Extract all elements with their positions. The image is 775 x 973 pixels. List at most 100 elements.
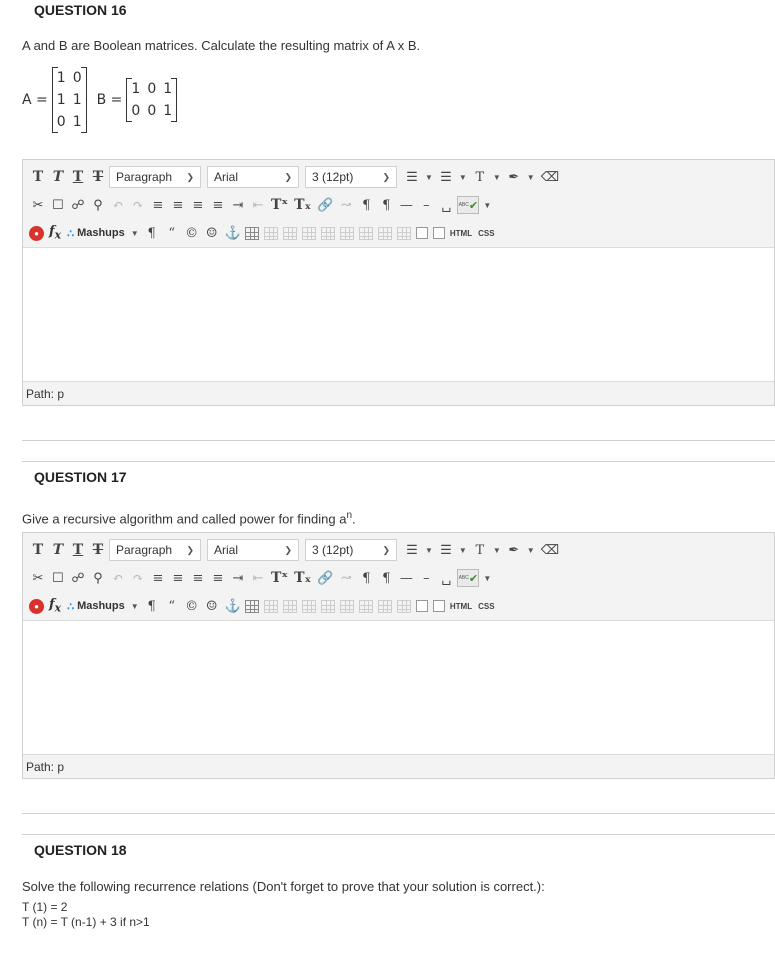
- strikethrough-button[interactable]: T: [89, 167, 107, 187]
- columns-icon[interactable]: [432, 227, 445, 239]
- caret-down-icon[interactable]: ▼: [527, 173, 535, 182]
- align-justify-icon[interactable]: ≡: [209, 195, 227, 215]
- strikethrough-button[interactable]: T: [89, 540, 107, 560]
- table-merge-icon[interactable]: [396, 599, 411, 613]
- nbsp-icon[interactable]: ␣: [437, 195, 455, 215]
- ltr-icon[interactable]: ¶: [357, 195, 375, 215]
- italic-button[interactable]: T: [49, 540, 67, 560]
- undo-icon[interactable]: ↶: [109, 568, 127, 588]
- table-insert-col-icon[interactable]: [339, 226, 354, 240]
- caret-down-icon[interactable]: ▼: [425, 546, 433, 555]
- underline-button[interactable]: T: [69, 540, 87, 560]
- align-right-icon[interactable]: ≡: [189, 568, 207, 588]
- mashups-menu[interactable]: ∴ Mashups: [67, 600, 125, 613]
- align-center-icon[interactable]: ≡: [169, 195, 187, 215]
- caret-down-icon[interactable]: ▼: [131, 229, 139, 238]
- font-select[interactable]: Arial ❯: [207, 166, 299, 188]
- size-select[interactable]: 3 (12pt) ❯: [305, 166, 397, 188]
- bullet-list-icon[interactable]: ☰: [403, 540, 421, 560]
- anchor-icon[interactable]: ⚓: [223, 223, 243, 243]
- table-icon[interactable]: [244, 226, 259, 240]
- align-left-icon[interactable]: ≡: [149, 568, 167, 588]
- unlink-icon[interactable]: ↝: [337, 568, 355, 588]
- paste-icon[interactable]: ☍: [69, 568, 87, 588]
- table-delete-row-icon[interactable]: [320, 226, 335, 240]
- editor-text-area[interactable]: [23, 248, 774, 381]
- font-select[interactable]: Arial ❯: [207, 539, 299, 561]
- rtl-icon[interactable]: ¶: [377, 195, 395, 215]
- paragraph-select[interactable]: Paragraph ❯: [109, 166, 201, 188]
- align-right-icon[interactable]: ≡: [189, 195, 207, 215]
- table-delete-row-icon[interactable]: [320, 599, 335, 613]
- bold-button[interactable]: T: [29, 540, 47, 560]
- caret-down-icon[interactable]: ▼: [425, 173, 433, 182]
- superscript-button[interactable]: Tˣ: [269, 568, 290, 588]
- size-select[interactable]: 3 (12pt) ❯: [305, 539, 397, 561]
- undo-icon[interactable]: ↶: [109, 195, 127, 215]
- link-icon[interactable]: 🔗: [315, 568, 335, 588]
- table-delete-col-icon[interactable]: [358, 226, 373, 240]
- layer-icon[interactable]: [415, 600, 428, 612]
- quote-icon[interactable]: “: [163, 223, 181, 243]
- horizontal-rule-icon[interactable]: —: [397, 568, 415, 588]
- columns-icon[interactable]: [432, 600, 445, 612]
- html-button[interactable]: HTML: [450, 229, 472, 238]
- caret-down-icon[interactable]: ▼: [493, 173, 501, 182]
- link-icon[interactable]: 🔗: [315, 195, 335, 215]
- horizontal-rule-icon[interactable]: —: [397, 195, 415, 215]
- table-insert-row-icon[interactable]: [301, 226, 316, 240]
- subscript-button[interactable]: Tₓ: [292, 568, 313, 588]
- redo-icon[interactable]: ↷: [129, 195, 147, 215]
- formula-icon[interactable]: fx: [49, 597, 61, 615]
- dash-icon[interactable]: –: [417, 568, 435, 588]
- ltr-icon[interactable]: ¶: [357, 568, 375, 588]
- bold-button[interactable]: T: [29, 167, 47, 187]
- record-icon[interactable]: ●: [29, 598, 44, 614]
- caret-down-icon[interactable]: ▼: [483, 574, 491, 583]
- eraser-icon[interactable]: ⌫: [539, 167, 561, 187]
- html-button[interactable]: HTML: [450, 602, 472, 611]
- table-cell-icon[interactable]: [282, 226, 297, 240]
- caret-down-icon[interactable]: ▼: [483, 201, 491, 210]
- css-button[interactable]: CSS: [478, 602, 494, 611]
- caret-down-icon[interactable]: ▼: [493, 546, 501, 555]
- outdent-icon[interactable]: ⇤: [249, 568, 267, 588]
- emoticon-icon[interactable]: ☺: [203, 596, 221, 616]
- copy-icon[interactable]: ☐: [49, 568, 67, 588]
- underline-button[interactable]: T: [69, 167, 87, 187]
- table-row-icon[interactable]: [263, 226, 278, 240]
- editor-text-area[interactable]: [23, 621, 774, 754]
- paragraph-select[interactable]: Paragraph ❯: [109, 539, 201, 561]
- table-delete-col-icon[interactable]: [358, 599, 373, 613]
- copyright-icon[interactable]: ©: [183, 223, 201, 243]
- dash-icon[interactable]: –: [417, 195, 435, 215]
- caret-down-icon[interactable]: ▼: [459, 546, 467, 555]
- quote-icon[interactable]: “: [163, 596, 181, 616]
- italic-button[interactable]: T: [49, 167, 67, 187]
- unlink-icon[interactable]: ↝: [337, 195, 355, 215]
- mashups-menu[interactable]: ∴ Mashups: [67, 227, 125, 240]
- caret-down-icon[interactable]: ▼: [131, 602, 139, 611]
- caret-down-icon[interactable]: ▼: [527, 546, 535, 555]
- cut-icon[interactable]: ✂: [29, 568, 47, 588]
- highlight-icon[interactable]: ✒: [505, 167, 523, 187]
- table-row-icon[interactable]: [263, 599, 278, 613]
- outdent-icon[interactable]: ⇤: [249, 195, 267, 215]
- spellcheck-icon[interactable]: ABC ✔: [457, 196, 480, 214]
- layer-icon[interactable]: [415, 227, 428, 239]
- text-color-button[interactable]: T: [471, 167, 489, 187]
- table-icon[interactable]: [244, 599, 259, 613]
- align-left-icon[interactable]: ≡: [149, 195, 167, 215]
- paste-icon[interactable]: ☍: [69, 195, 87, 215]
- redo-icon[interactable]: ↷: [129, 568, 147, 588]
- table-cell-icon[interactable]: [282, 599, 297, 613]
- formula-icon[interactable]: fx: [49, 224, 61, 242]
- eraser-icon[interactable]: ⌫: [539, 540, 561, 560]
- spellcheck-icon[interactable]: ABC ✔: [457, 569, 480, 587]
- emoticon-icon[interactable]: ☺: [203, 223, 221, 243]
- table-split-icon[interactable]: [377, 599, 392, 613]
- search-icon[interactable]: ⚲: [89, 568, 107, 588]
- numbered-list-icon[interactable]: ☰: [437, 167, 455, 187]
- paragraph-mark-icon[interactable]: ¶: [143, 223, 161, 243]
- caret-down-icon[interactable]: ▼: [459, 173, 467, 182]
